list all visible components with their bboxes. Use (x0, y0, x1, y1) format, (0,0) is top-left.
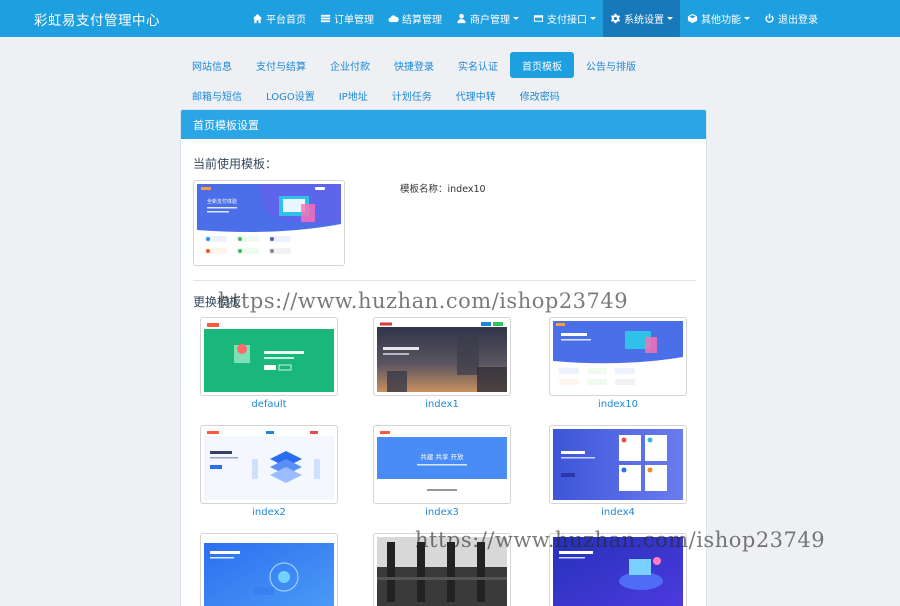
template-option-label[interactable]: index2 (200, 507, 338, 518)
index10-preview-image (553, 321, 683, 392)
template-thumbnail[interactable] (200, 425, 338, 504)
template-thumbnail[interactable] (200, 317, 338, 396)
index1-preview-image (377, 321, 507, 392)
template-option-index2[interactable]: index2 (200, 425, 338, 518)
main-nav: 平台首页 订单管理 结算管理 商户管理 支付接口 系统设置 其他功能 退出登录 (245, 0, 825, 37)
tab-quick-login[interactable]: 快捷登录 (382, 52, 446, 78)
template-option-default[interactable]: default (200, 317, 338, 410)
thumb-title: 全新支付体验 (207, 198, 237, 205)
watermark-text: https://www.huzhan.com/ishop23749 (415, 528, 826, 552)
template-option-index4[interactable]: index4 (549, 425, 687, 518)
cube-icon (687, 13, 698, 24)
list-icon (320, 14, 331, 23)
nav-item-label: 商户管理 (470, 15, 510, 26)
nav-item-label: 系统设置 (624, 15, 664, 26)
tab-change-password[interactable]: 修改密码 (508, 82, 572, 108)
tab-payment-settlement[interactable]: 支付与结算 (244, 52, 318, 78)
brand-title[interactable]: 彩虹易支付管理中心 (34, 9, 160, 29)
nav-item-home[interactable]: 平台首页 (245, 0, 313, 37)
current-template-title: 当前使用模板： (193, 157, 278, 171)
top-navbar: 彩虹易支付管理中心 平台首页 订单管理 结算管理 商户管理 支付接口 系统设置 (0, 0, 900, 37)
settings-tabs-row-1: 网站信息 支付与结算 企业付款 快捷登录 实名认证 首页模板 公告与排版 (180, 52, 648, 78)
nav-item-label: 结算管理 (402, 15, 442, 26)
tab-site-info[interactable]: 网站信息 (180, 52, 244, 78)
tab-logo-settings[interactable]: LOGO设置 (254, 82, 327, 108)
power-icon (765, 13, 774, 23)
default-preview-image (204, 321, 334, 392)
watermark-text: https://www.huzhan.com/ishop23749 (218, 289, 629, 313)
tab-email-sms[interactable]: 邮箱与短信 (180, 82, 254, 108)
nav-item-label: 支付接口 (547, 15, 587, 26)
nav-item-orders[interactable]: 订单管理 (313, 0, 381, 37)
template-option-index3[interactable]: 共建 共享 开放 index3 (373, 425, 511, 518)
chevron-down-icon (513, 17, 519, 20)
nav-item-settlement[interactable]: 结算管理 (381, 0, 449, 37)
index4-preview-image (553, 429, 683, 500)
template-option-index10[interactable]: index10 (549, 317, 687, 410)
template-option-label[interactable]: index4 (549, 507, 687, 518)
tab-proxy-relay[interactable]: 代理中转 (444, 82, 508, 108)
home-icon (252, 13, 263, 24)
template-thumbnail[interactable] (549, 317, 687, 396)
tab-enterprise-payment[interactable]: 企业付款 (318, 52, 382, 78)
chevron-down-icon (744, 17, 750, 20)
nav-item-system-settings[interactable]: 系统设置 (603, 0, 680, 37)
template-option-label[interactable]: index3 (373, 507, 511, 518)
template-thumbnail[interactable] (549, 425, 687, 504)
tab-ip-address[interactable]: IP地址 (327, 82, 380, 108)
gear-icon (610, 13, 621, 24)
nav-item-label: 其他功能 (701, 15, 741, 26)
thumb-title: 共建 共享 开放 (420, 452, 464, 461)
nav-item-label: 退出登录 (778, 15, 818, 26)
chevron-down-icon (667, 17, 673, 20)
nav-item-logout[interactable]: 退出登录 (757, 0, 825, 37)
template-thumbnail[interactable]: 共建 共享 开放 (373, 425, 511, 504)
template-option-label[interactable]: index10 (549, 399, 687, 410)
nav-item-other-functions[interactable]: 其他功能 (680, 0, 757, 37)
index10-preview-image: 全新支付体验 (197, 184, 341, 262)
nav-item-payment-interface[interactable]: 支付接口 (526, 0, 603, 37)
tab-real-name[interactable]: 实名认证 (446, 52, 510, 78)
tab-announcement-layout[interactable]: 公告与排版 (574, 52, 648, 78)
chevron-down-icon (590, 17, 596, 20)
template-option-label[interactable]: index1 (373, 399, 511, 410)
index3-preview-image: 共建 共享 开放 (377, 429, 507, 500)
template-thumbnail[interactable] (200, 533, 338, 606)
cloud-icon (388, 15, 399, 23)
template-option-label[interactable]: default (200, 399, 338, 410)
panel-heading: 首页模板设置 (181, 110, 706, 139)
template-preview-image (204, 537, 334, 606)
nav-item-label: 平台首页 (266, 15, 306, 26)
user-icon (457, 13, 466, 24)
index2-preview-image (204, 429, 334, 500)
settings-tabs-row-2: 邮箱与短信 LOGO设置 IP地址 计划任务 代理中转 修改密码 (180, 82, 572, 108)
tab-homepage-template[interactable]: 首页模板 (510, 52, 574, 78)
template-option[interactable] (200, 533, 338, 606)
section-divider (193, 280, 696, 281)
template-option-index1[interactable]: index1 (373, 317, 511, 410)
nav-item-merchants[interactable]: 商户管理 (449, 0, 526, 37)
nav-item-label: 订单管理 (334, 15, 374, 26)
current-template-thumbnail: 全新支付体验 (193, 180, 345, 266)
template-thumbnail[interactable] (373, 317, 511, 396)
card-icon (533, 15, 544, 22)
tab-cron-tasks[interactable]: 计划任务 (380, 82, 444, 108)
template-name-text: 模板名称：index10 (400, 184, 486, 195)
